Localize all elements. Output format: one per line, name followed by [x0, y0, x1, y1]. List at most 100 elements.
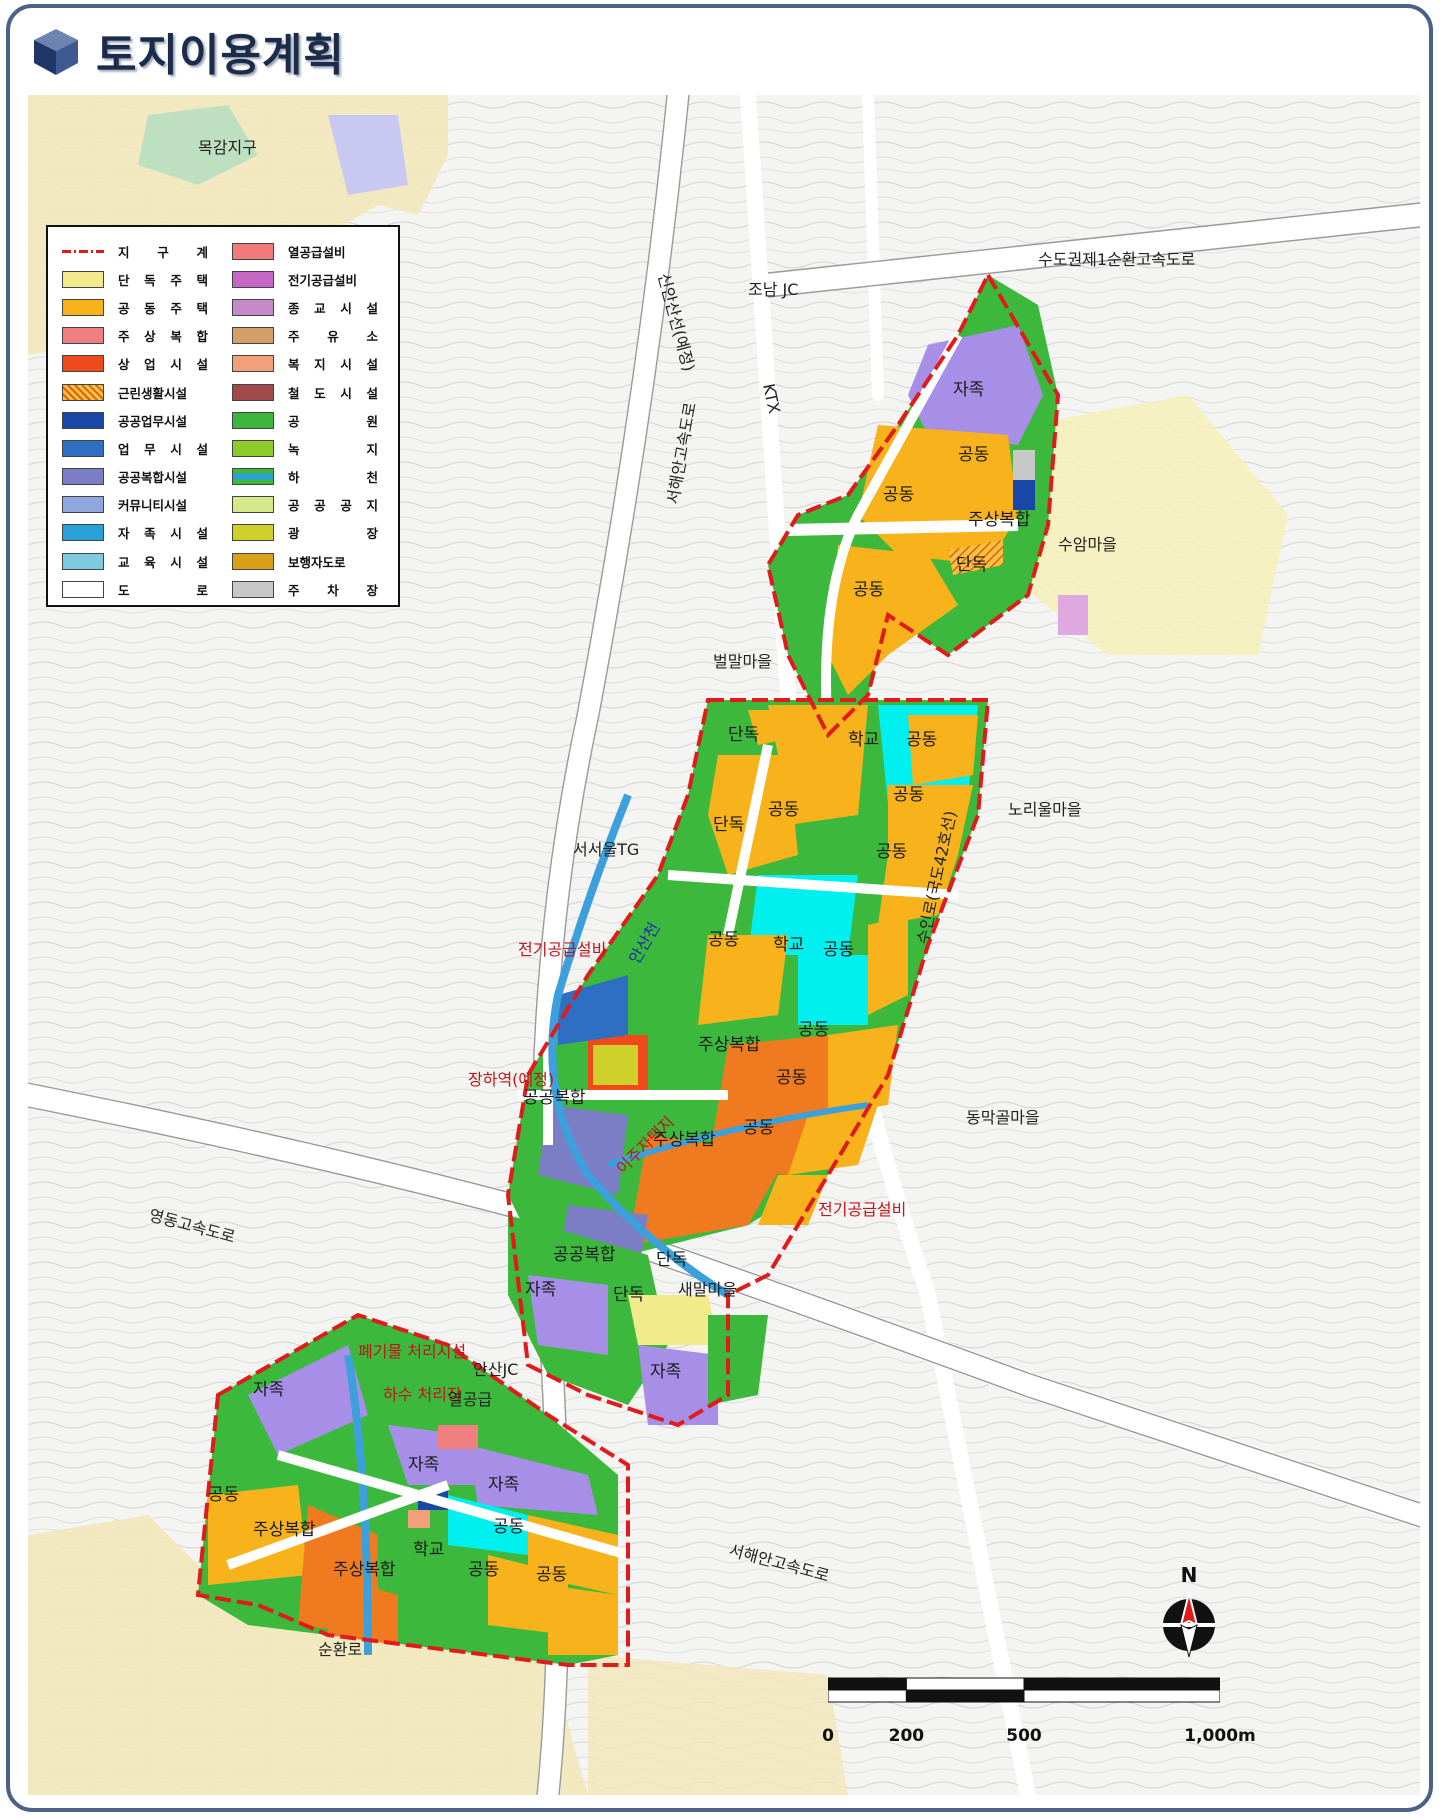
scale-segment — [828, 1689, 907, 1703]
zone-label: 공동 — [958, 445, 989, 465]
legend-swatch — [232, 298, 274, 316]
mid-gongdong-b — [908, 715, 978, 785]
zone-label: 공동 — [208, 1485, 239, 1505]
legend-item: 교 육 시 설 — [62, 547, 218, 575]
zone-label: 주상복합 — [253, 1520, 316, 1540]
label-seoseoul-tg: 서서울TG — [573, 840, 639, 859]
south-gongdong-4 — [548, 1585, 618, 1655]
north-arrow: N — [1152, 1563, 1226, 1659]
legend-swatch — [232, 496, 274, 514]
zone-label: 공공복합 — [523, 1088, 586, 1108]
legend-item: 공 공 공 지 — [232, 491, 388, 519]
label-sudogwon: 수도권제1순환고속도로 — [1038, 250, 1195, 269]
legend-swatch — [232, 242, 274, 260]
legend-item: 주 유 소 — [232, 322, 388, 350]
zone-label: 공동 — [468, 1560, 499, 1580]
zone-label: 자족 — [253, 1380, 284, 1400]
legend-item: 광 장 — [232, 519, 388, 547]
legend-item: 단 독 주 택 — [62, 265, 218, 293]
legend-item: 하 천 — [232, 463, 388, 491]
scale-segment — [905, 1677, 1025, 1691]
label-noriul: 노리울마을 — [1008, 800, 1082, 819]
legend-label: 도 로 — [118, 582, 208, 598]
legend-swatch — [62, 270, 104, 288]
zone-label: 공동 — [876, 842, 907, 862]
south-heat-supply — [438, 1425, 478, 1449]
zone-label: 자족 — [953, 380, 984, 400]
legend-label: 지 구 계 — [118, 244, 208, 260]
zone-label: 주상복합 — [698, 1035, 761, 1055]
legend-label: 종 교 시 설 — [288, 300, 378, 316]
legend-label: 열공급설비 — [288, 244, 346, 260]
legend-swatch — [232, 524, 274, 542]
legend-swatch — [232, 270, 274, 288]
legend-swatch — [62, 496, 104, 514]
legend-swatch — [62, 411, 104, 429]
legend-label: 자 족 시 설 — [118, 526, 208, 542]
legend-swatch — [232, 327, 274, 345]
lower-jajok-2 — [638, 1345, 718, 1425]
legend-label: 주 상 복 합 — [118, 329, 208, 345]
legend-swatch — [62, 552, 104, 570]
legend-swatch — [232, 383, 274, 401]
cube-icon — [34, 29, 78, 75]
legend-swatch — [62, 524, 104, 542]
zone-label: 공동 — [893, 785, 924, 805]
zone-label: 공동 — [743, 1118, 774, 1138]
legend-label: 광 장 — [288, 526, 378, 542]
legend-label: 철 도 시 설 — [288, 385, 378, 401]
label-jeongi-1: 전기공급설비 — [518, 940, 606, 959]
legend-item: 지 구 계 — [62, 237, 218, 265]
label-suam: 수암마을 — [1058, 535, 1117, 554]
legend-item: 복 지 시 설 — [232, 350, 388, 378]
legend-swatch — [62, 327, 104, 345]
suam-civic — [1058, 595, 1088, 635]
legend-label: 근린생활시설 — [118, 385, 188, 401]
label-ansan-jc: 안산JC — [473, 1360, 518, 1379]
zone-label: 공공복합 — [553, 1245, 616, 1265]
zone-label: 자족 — [488, 1475, 519, 1495]
legend-swatch — [62, 439, 104, 457]
label-jeongi-2: 전기공급설비 — [818, 1200, 906, 1219]
scale-bar: 0 200 500 1,000m — [822, 1670, 1256, 1750]
zone-label: 공동 — [776, 1068, 807, 1088]
scale-tick: 200 — [888, 1726, 925, 1746]
legend-item: 주 차 장 — [232, 575, 388, 603]
legend-grid: 지 구 계 열공급설비단 독 주 택 전기공급설비공 동 주 택 종 교 시 설주 상… — [62, 237, 388, 603]
scale-tick: 1,000m — [1184, 1726, 1256, 1746]
zone-label: 단독 — [656, 1250, 687, 1270]
zone-label: 공동 — [906, 730, 937, 750]
label-yeolgonggeup: 열공급 — [448, 1390, 492, 1409]
legend-label: 공 원 — [288, 413, 378, 429]
legend-swatch — [232, 552, 274, 570]
label-dongmak: 동막골마을 — [966, 1108, 1040, 1127]
zone-label: 공동 — [883, 485, 914, 505]
legend-label: 주 차 장 — [288, 582, 378, 598]
legend-item: 전기공급설비 — [232, 265, 388, 293]
zone-label: 주상복합 — [333, 1560, 396, 1580]
legend-label: 교 육 시 설 — [118, 554, 208, 570]
zone-label: 공동 — [708, 930, 739, 950]
legend-item: 열공급설비 — [232, 237, 388, 265]
label-mokgam: 목감지구 — [198, 138, 257, 157]
legend-label: 공 공 공 지 — [288, 498, 378, 514]
scale-segment — [1023, 1689, 1220, 1703]
label-josan-jc: 조남 JC — [748, 280, 798, 299]
title-bar: 토지이용계획 — [30, 18, 345, 84]
legend-swatch — [62, 355, 104, 373]
legend-swatch — [232, 411, 274, 429]
legend-label: 녹 지 — [288, 441, 378, 457]
mid-school-3 — [798, 955, 868, 1025]
legend-label: 공 동 주 택 — [118, 300, 208, 316]
legend-swatch — [232, 439, 274, 457]
legend-item: 도 로 — [62, 575, 218, 603]
legend-label: 공공업무시설 — [118, 413, 188, 429]
label-saemal: 새말마을 — [678, 1280, 737, 1299]
legend-label: 복 지 시 설 — [288, 357, 378, 373]
zone-label: 공동 — [823, 940, 854, 960]
scale-segment — [828, 1677, 907, 1691]
zone-label: 주상복합 — [653, 1130, 716, 1150]
label-beolmal: 벌말마을 — [713, 652, 772, 671]
north-label: N — [1180, 1563, 1198, 1587]
label-jangha: 장하역(예정) — [468, 1070, 554, 1089]
